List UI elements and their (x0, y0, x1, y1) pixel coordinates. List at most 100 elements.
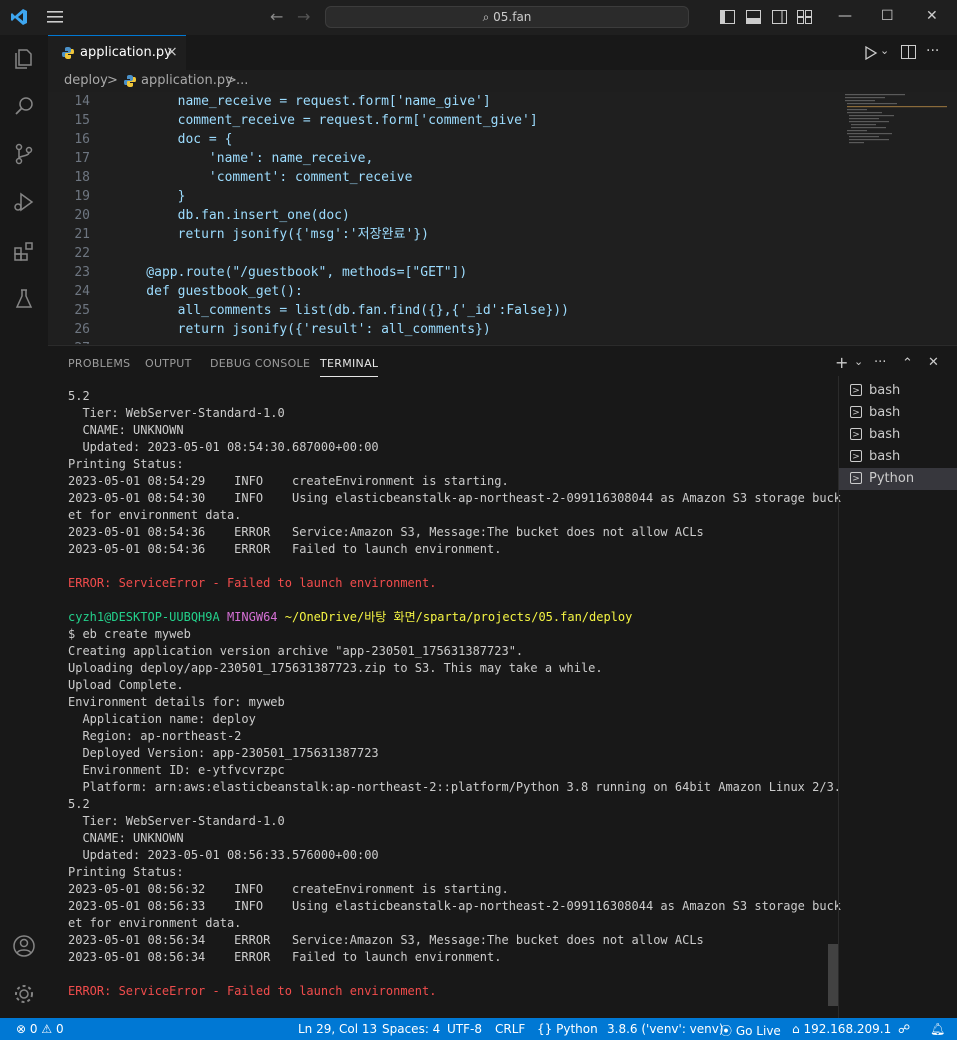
line-ending[interactable]: CRLF (495, 1022, 525, 1036)
tab-terminal[interactable]: TERMINAL (320, 357, 379, 377)
split-editor-icon[interactable] (901, 45, 916, 59)
terminal-line: 5.2 (68, 797, 90, 811)
terminal-line: 2023-05-01 08:54:30 INFO Using elasticbe… (68, 491, 842, 505)
run-python-icon[interactable] (864, 46, 878, 60)
tab-close-icon[interactable]: × (166, 44, 178, 60)
code-line: 15 comment_receive = request.form['comme… (48, 111, 537, 130)
terminal-list-item[interactable]: > Python (839, 468, 957, 490)
source-control-icon[interactable] (12, 142, 36, 166)
terminal-list: > bash > bash > bash > bash > Python (838, 376, 957, 1019)
terminal-label: bash (869, 405, 901, 420)
activity-bar (0, 35, 48, 1018)
close-panel-icon[interactable]: ✕ (928, 355, 939, 370)
language-label: Python (556, 1022, 598, 1036)
more-actions-icon[interactable]: ··· (926, 43, 939, 59)
go-live-label: Go Live (735, 1024, 781, 1038)
minimize-button[interactable]: — (838, 8, 852, 24)
manage-gear-icon[interactable] (12, 982, 36, 1006)
explorer-icon[interactable] (12, 47, 36, 71)
terminal-dropdown-icon[interactable]: ⌄ (854, 355, 863, 368)
code-text: 'comment': comment_receive (115, 170, 413, 185)
feedback-icon[interactable]: ☍ (898, 1022, 910, 1036)
tab-debug-console[interactable]: DEBUG CONSOLE (210, 357, 310, 370)
line-number: 22 (74, 246, 90, 261)
customize-layout-icon[interactable] (797, 10, 812, 24)
terminal-list-item[interactable]: > bash (839, 446, 957, 468)
code-text: return jsonify({'result': all_comments}) (115, 322, 491, 337)
terminal-line: 2023-05-01 08:56:34 ERROR Service:Amazon… (68, 933, 704, 947)
extensions-icon[interactable] (12, 239, 36, 263)
tab-problems[interactable]: PROBLEMS (68, 357, 130, 370)
toggle-secondary-sidebar-icon[interactable] (772, 10, 787, 24)
line-number: 26 (74, 322, 90, 337)
python-interpreter[interactable]: 3.8.6 ('venv': venv) (607, 1022, 724, 1036)
terminal-line: et for environment data. (68, 508, 242, 522)
broadcast-icon: ⦿ (720, 1024, 733, 1038)
toggle-panel-icon[interactable] (746, 10, 761, 24)
breadcrumb-separator: > (107, 73, 118, 88)
problems-status[interactable]: ⊗ 0 ⚠ 0 (16, 1022, 64, 1036)
language-mode[interactable]: {} Python (537, 1022, 598, 1036)
terminal-line: CNAME: UNKNOWN (68, 831, 184, 845)
minimap[interactable] (843, 92, 953, 152)
terminal-line: et for environment data. (68, 916, 242, 930)
python-file-icon (62, 47, 74, 59)
terminal-line: CNAME: UNKNOWN (68, 423, 184, 437)
panel-more-icon[interactable]: ··· (874, 355, 886, 370)
tab-output[interactable]: OUTPUT (145, 357, 192, 370)
line-number: 20 (74, 208, 90, 223)
code-editor[interactable]: 14 name_receive = request.form['name_giv… (48, 92, 957, 344)
code-line: 27 (48, 339, 115, 344)
ip-address[interactable]: ⌂ 192.168.209.1 (792, 1022, 891, 1036)
menu-icon[interactable] (46, 10, 64, 24)
warning-count: 0 (55, 1022, 64, 1036)
vscode-logo-icon (11, 9, 27, 25)
breadcrumb-file[interactable]: application.py (141, 73, 233, 88)
tab-application-py[interactable]: application.py × (48, 35, 186, 70)
code-text: all_comments = list(db.fan.find({},{'_id… (115, 303, 569, 318)
terminal-icon: > (850, 428, 862, 440)
toggle-sidebar-icon[interactable] (720, 10, 735, 24)
terminal-list-item[interactable]: > bash (839, 424, 957, 446)
tab-label: application.py (80, 45, 172, 60)
terminal-output[interactable]: 5.2 Tier: WebServer-Standard-1.0 CNAME: … (68, 388, 841, 1018)
code-line: 22 (48, 244, 115, 263)
go-live-button[interactable]: ⦿ Go Live (720, 1022, 781, 1039)
terminal-list-item[interactable]: > bash (839, 380, 957, 402)
line-number: 23 (74, 265, 90, 280)
run-dropdown-icon[interactable]: ⌄ (880, 44, 889, 57)
encoding[interactable]: UTF-8 (447, 1022, 482, 1036)
code-text: name_receive = request.form['name_give'] (115, 94, 491, 109)
indentation[interactable]: Spaces: 4 (382, 1022, 440, 1036)
breadcrumb-folder[interactable]: deploy (64, 73, 108, 88)
command-center-search[interactable]: ⌕ 05.fan (325, 6, 689, 28)
line-number: 16 (74, 132, 90, 147)
search-icon[interactable] (12, 94, 36, 118)
new-terminal-plus-icon[interactable]: + (835, 353, 848, 372)
line-number: 27 (48, 339, 90, 344)
testing-flask-icon[interactable] (12, 287, 36, 311)
terminal-scrollbar[interactable] (828, 944, 838, 1006)
breadcrumb-more[interactable]: ... (236, 73, 248, 88)
line-number: 18 (74, 170, 90, 185)
code-text: 'name': name_receive, (115, 151, 374, 166)
notifications-bell-icon[interactable]: 🔔︎ (930, 1022, 945, 1036)
line-number: 17 (74, 151, 90, 166)
cursor-position[interactable]: Ln 29, Col 13 (298, 1022, 377, 1036)
close-window-button[interactable]: ✕ (926, 8, 938, 24)
terminal-line: 2023-05-01 08:56:32 INFO createEnvironme… (68, 882, 509, 896)
maximize-button[interactable]: ☐ (881, 8, 894, 24)
terminal-line: $ eb create myweb (68, 627, 191, 641)
terminal-line: 2023-05-01 08:54:29 INFO createEnvironme… (68, 474, 509, 488)
code-text: return jsonify({'msg':'저장완료'}) (115, 227, 429, 242)
forward-arrow-icon[interactable]: → (297, 8, 310, 26)
maximize-panel-icon[interactable]: ⌃ (902, 356, 913, 371)
back-arrow-icon[interactable]: ← (270, 8, 283, 26)
run-debug-icon[interactable] (12, 190, 36, 214)
code-line: 24 def guestbook_get(): (48, 282, 303, 301)
accounts-icon[interactable] (12, 934, 36, 958)
code-line: 19 } (48, 187, 185, 206)
code-line: 17 'name': name_receive, (48, 149, 373, 168)
terminal-list-item[interactable]: > bash (839, 402, 957, 424)
code-line: 21 return jsonify({'msg':'저장완료'}) (48, 225, 429, 244)
